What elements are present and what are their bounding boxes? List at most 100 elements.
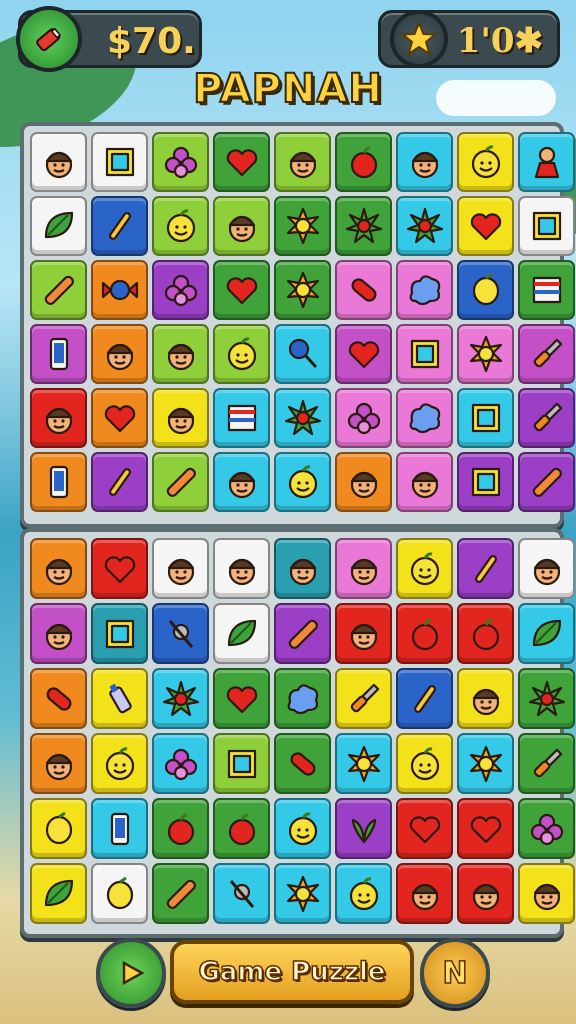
tile[interactable]: [30, 388, 87, 448]
tile[interactable]: [30, 538, 87, 599]
tile[interactable]: [274, 668, 331, 729]
tile[interactable]: [396, 798, 453, 859]
tile[interactable]: [213, 863, 270, 924]
tile[interactable]: [274, 798, 331, 859]
tile[interactable]: [335, 668, 392, 729]
tile[interactable]: [518, 863, 575, 924]
tile[interactable]: [91, 733, 148, 794]
tile[interactable]: [30, 863, 87, 924]
tile[interactable]: [457, 324, 514, 384]
tile[interactable]: [335, 452, 392, 512]
tile[interactable]: [152, 863, 209, 924]
tile[interactable]: [274, 863, 331, 924]
tile[interactable]: [457, 196, 514, 256]
tile[interactable]: [457, 733, 514, 794]
tile[interactable]: [152, 324, 209, 384]
tile[interactable]: [152, 733, 209, 794]
tile[interactable]: [335, 603, 392, 664]
tile[interactable]: [335, 388, 392, 448]
tile[interactable]: [396, 324, 453, 384]
tile[interactable]: [518, 388, 575, 448]
tile[interactable]: [30, 603, 87, 664]
tile[interactable]: [91, 196, 148, 256]
tile[interactable]: [213, 324, 270, 384]
tile[interactable]: [213, 668, 270, 729]
tile[interactable]: [91, 132, 148, 192]
tile[interactable]: [213, 538, 270, 599]
tile[interactable]: [152, 798, 209, 859]
tile[interactable]: [518, 733, 575, 794]
tile[interactable]: [335, 733, 392, 794]
tile[interactable]: [274, 260, 331, 320]
tile[interactable]: [274, 603, 331, 664]
tile[interactable]: [457, 260, 514, 320]
tile[interactable]: [335, 538, 392, 599]
tile[interactable]: [335, 196, 392, 256]
tile[interactable]: [152, 260, 209, 320]
tile[interactable]: [30, 132, 87, 192]
tile[interactable]: [213, 603, 270, 664]
tile[interactable]: [152, 538, 209, 599]
tile[interactable]: [30, 452, 87, 512]
tile[interactable]: [213, 388, 270, 448]
tile[interactable]: [518, 132, 575, 192]
tile[interactable]: [396, 668, 453, 729]
tile[interactable]: [396, 603, 453, 664]
tile[interactable]: [335, 324, 392, 384]
tile[interactable]: [30, 798, 87, 859]
battery-icon[interactable]: [16, 6, 82, 72]
tile[interactable]: [457, 538, 514, 599]
tile[interactable]: [91, 452, 148, 512]
tile[interactable]: [518, 538, 575, 599]
tile[interactable]: [213, 260, 270, 320]
tile[interactable]: [30, 196, 87, 256]
tile[interactable]: [396, 863, 453, 924]
tile[interactable]: [457, 863, 514, 924]
tile[interactable]: [518, 260, 575, 320]
tile[interactable]: [152, 196, 209, 256]
tile[interactable]: [396, 538, 453, 599]
tile[interactable]: [518, 196, 575, 256]
tile[interactable]: [152, 452, 209, 512]
tile[interactable]: [213, 798, 270, 859]
tile[interactable]: [274, 733, 331, 794]
tile[interactable]: [335, 132, 392, 192]
game-puzzle-button[interactable]: Game Puzzle: [170, 940, 414, 1004]
tile[interactable]: [457, 798, 514, 859]
tile[interactable]: [30, 733, 87, 794]
tile[interactable]: [152, 132, 209, 192]
tile[interactable]: [518, 324, 575, 384]
tile[interactable]: [518, 603, 575, 664]
tile[interactable]: [213, 452, 270, 512]
tile[interactable]: [152, 603, 209, 664]
tile[interactable]: [274, 196, 331, 256]
star-icon[interactable]: [390, 10, 448, 68]
n-button[interactable]: N: [420, 938, 490, 1008]
tile[interactable]: [396, 260, 453, 320]
tile[interactable]: [274, 538, 331, 599]
tile[interactable]: [30, 260, 87, 320]
play-button[interactable]: [96, 938, 166, 1008]
tile[interactable]: [274, 324, 331, 384]
tile[interactable]: [518, 668, 575, 729]
tile[interactable]: [152, 668, 209, 729]
tile[interactable]: [396, 196, 453, 256]
tile[interactable]: [518, 798, 575, 859]
tile[interactable]: [274, 388, 331, 448]
tile[interactable]: [91, 538, 148, 599]
tile[interactable]: [91, 603, 148, 664]
tile[interactable]: [335, 260, 392, 320]
tile[interactable]: [274, 132, 331, 192]
tile[interactable]: [91, 863, 148, 924]
tile[interactable]: [457, 603, 514, 664]
tile[interactable]: [457, 132, 514, 192]
tile[interactable]: [213, 196, 270, 256]
tile[interactable]: [91, 798, 148, 859]
tile[interactable]: [396, 388, 453, 448]
tile[interactable]: [274, 452, 331, 512]
tile[interactable]: [457, 388, 514, 448]
tile[interactable]: [457, 668, 514, 729]
tile[interactable]: [396, 452, 453, 512]
tile[interactable]: [396, 132, 453, 192]
tile[interactable]: [213, 132, 270, 192]
